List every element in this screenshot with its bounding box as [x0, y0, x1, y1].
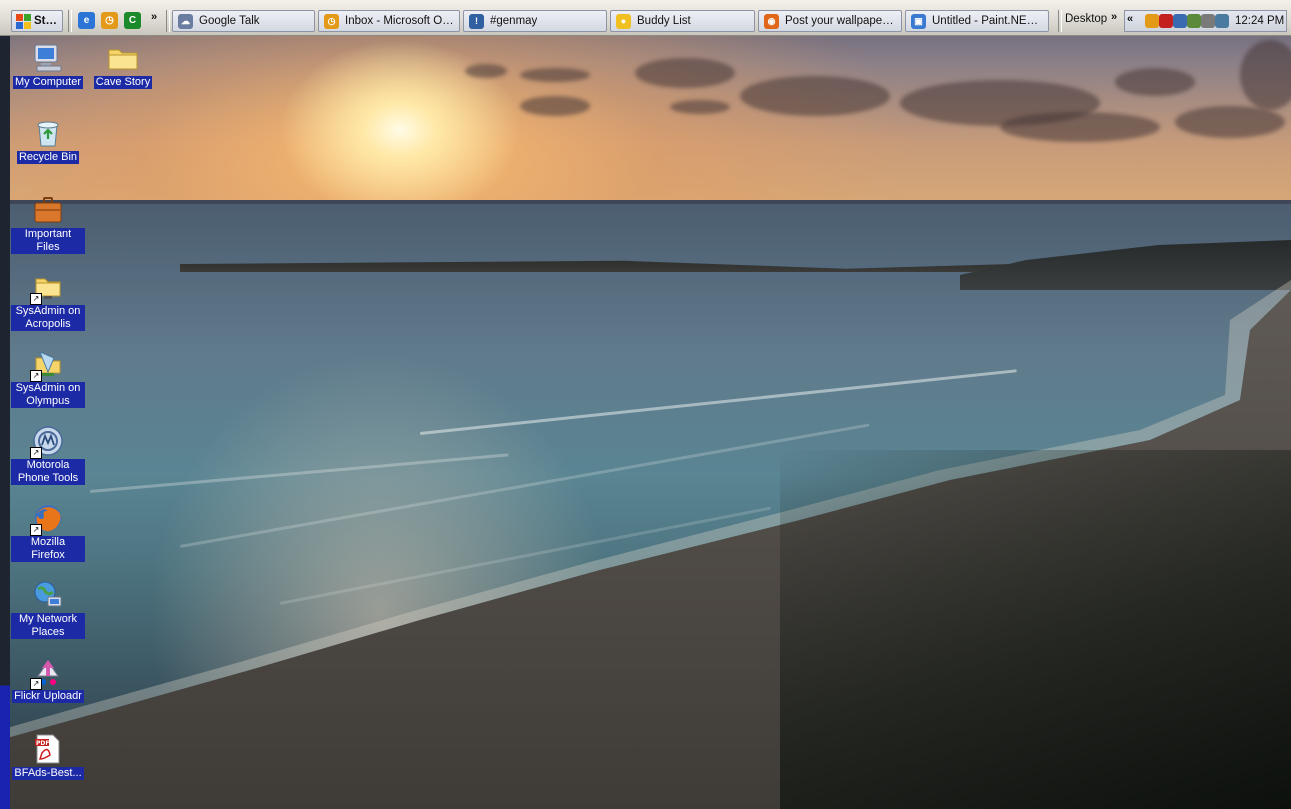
irc-icon: ! — [469, 13, 484, 29]
cloud — [1115, 68, 1195, 96]
desktop-toolbar-label[interactable]: Desktop — [1065, 13, 1107, 25]
cloud — [465, 64, 507, 78]
cloud — [1175, 106, 1285, 138]
desktop-icon-recycle-bin[interactable]: Recycle Bin — [11, 117, 85, 164]
outlook-tray-icon[interactable] — [1145, 14, 1159, 28]
shortcut-arrow-icon: ↗ — [30, 447, 42, 459]
desktop-icon-label: SysAdmin on Acropolis — [11, 305, 85, 331]
taskbar-separator — [68, 10, 72, 32]
satellite-tray-icon[interactable] — [1201, 14, 1215, 28]
taskbar-window-button[interactable]: ● Buddy List — [610, 10, 755, 32]
taskbar-window-label: Buddy List — [637, 15, 691, 27]
cloud — [1240, 40, 1291, 110]
taskbar-window-button[interactable]: ◉ Post your wallpaper, a... — [758, 10, 902, 32]
power-tray-icon[interactable] — [1215, 14, 1229, 28]
taskbar: Start e ◷ C » ☁ Google Talk ◷ Inbox - Microso… — [0, 0, 1291, 36]
desktop-toolbar-more-button[interactable]: » — [1111, 11, 1117, 23]
firefox-icon: ↗ — [30, 502, 64, 536]
taskbar-window-button[interactable]: ▣ Untitled - Paint.NET v... — [905, 10, 1049, 32]
motorola-icon: ↗ — [30, 425, 64, 459]
cloud — [740, 76, 890, 116]
briefcase-icon — [32, 194, 64, 226]
desktop-icon-cave-story[interactable]: Cave Story — [86, 42, 160, 89]
taskbar-window-label: Google Talk — [199, 15, 260, 27]
network-share-icon: ↗ — [30, 348, 64, 382]
network-tray-icon[interactable] — [1173, 14, 1187, 28]
background-window-edge — [0, 36, 10, 809]
cloud — [520, 68, 590, 82]
taskbar-window-button[interactable]: ☁ Google Talk — [172, 10, 315, 32]
windows-logo-icon — [16, 13, 31, 29]
taskbar-window-label: Untitled - Paint.NET v... — [932, 15, 1043, 27]
outlook-icon: ◷ — [324, 13, 339, 29]
desktop-icon-bfads-pdf[interactable]: PDF BFAds-Best... — [11, 733, 85, 780]
messenger-tray-icon[interactable] — [1187, 14, 1201, 28]
desktop-icon-label: Recycle Bin — [16, 151, 80, 164]
cloud — [1000, 112, 1160, 142]
firefox-icon: ◉ — [764, 13, 779, 29]
pdf-icon: PDF — [32, 733, 64, 765]
desktop-icon-sysadmin-olympus[interactable]: ↗ SysAdmin on Olympus — [11, 348, 85, 408]
shortcut-arrow-icon: ↗ — [30, 524, 42, 536]
taskbar-separator — [1058, 10, 1062, 32]
shortcut-arrow-icon: ↗ — [30, 678, 42, 690]
desktop-icon-label: Important Files — [11, 228, 85, 254]
green-app-icon[interactable]: C — [124, 12, 141, 29]
gmail-tray-icon[interactable] — [1159, 14, 1173, 28]
taskbar-separator — [166, 10, 170, 32]
cloud — [670, 100, 730, 114]
desktop-icon-sysadmin-acropolis[interactable]: ↗ SysAdmin on Acropolis — [11, 271, 85, 331]
aim-icon: ● — [616, 13, 631, 29]
desktop-icon-mozilla-firefox[interactable]: ↗ Mozilla Firefox — [11, 502, 85, 562]
desktop-icon-label: Motorola Phone Tools — [11, 459, 85, 485]
desktop-icon-important-files[interactable]: Important Files — [11, 194, 85, 254]
start-button[interactable]: Start — [11, 10, 63, 32]
desktop-icon-flickr-uploadr[interactable]: ↗ Flickr Uploadr — [11, 656, 85, 703]
taskbar-window-label: #genmay — [490, 15, 538, 27]
outlook-clock-icon[interactable]: ◷ — [101, 12, 118, 29]
svg-text:PDF: PDF — [36, 740, 49, 747]
google-talk-icon: ☁ — [178, 13, 193, 29]
tray-expand-button[interactable]: « — [1127, 13, 1133, 25]
taskbar-window-label: Post your wallpaper, a... — [785, 15, 896, 27]
paintnet-icon: ▣ — [911, 13, 926, 29]
desktop-icon-motorola-phone-tools[interactable]: ↗ Motorola Phone Tools — [11, 425, 85, 485]
start-label: Start — [34, 15, 58, 27]
desktop-icon-my-computer[interactable]: My Computer — [11, 42, 85, 89]
shortcut-arrow-icon: ↗ — [30, 370, 42, 382]
desktop-icon-label: Flickr Uploadr — [12, 690, 84, 703]
flickr-uploadr-icon: ↗ — [30, 656, 64, 690]
ie-icon[interactable]: e — [78, 12, 95, 29]
desktop-icon-my-network-places[interactable]: My Network Places — [11, 579, 85, 639]
cloud — [520, 96, 590, 116]
clock[interactable]: 12:24 PM — [1235, 15, 1284, 27]
desktop-icon-label: Cave Story — [93, 76, 153, 89]
system-tray: « 12:24 PM — [1124, 10, 1287, 32]
shadowed-foreground — [780, 450, 1291, 809]
desktop-wallpaper — [0, 0, 1291, 809]
folder-icon — [107, 42, 139, 74]
desktop-icon-label: My Network Places — [11, 613, 85, 639]
taskbar-window-button[interactable]: ! #genmay — [463, 10, 607, 32]
quick-launch-more-button[interactable]: » — [151, 11, 157, 23]
desktop-icon-label: BFAds-Best... — [12, 767, 84, 780]
my-computer-icon — [32, 42, 64, 74]
network-places-icon — [32, 579, 64, 611]
network-folder-icon: ↗ — [30, 271, 64, 305]
recycle-bin-icon — [32, 117, 64, 149]
horizon-line — [0, 200, 1291, 204]
shortcut-arrow-icon: ↗ — [30, 293, 42, 305]
taskbar-window-label: Inbox - Microsoft Outlo... — [345, 15, 454, 27]
cloud — [635, 58, 735, 88]
desktop-icon-label: My Computer — [12, 76, 84, 89]
taskbar-window-button[interactable]: ◷ Inbox - Microsoft Outlo... — [318, 10, 460, 32]
desktop-icon-label: Mozilla Firefox — [11, 536, 85, 562]
desktop-icon-label: SysAdmin on Olympus — [11, 382, 85, 408]
